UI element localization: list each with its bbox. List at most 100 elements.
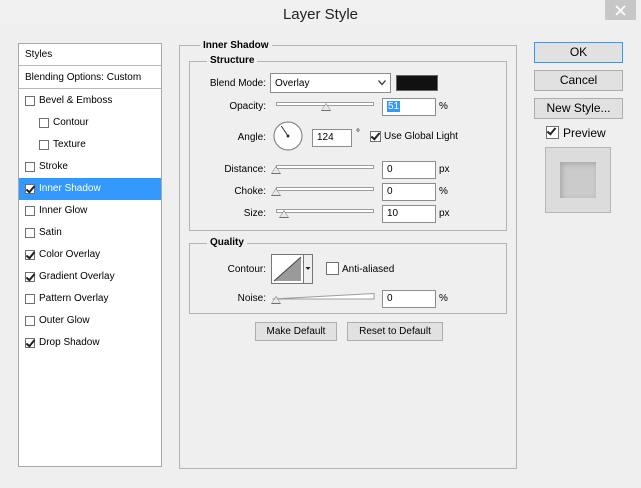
style-item-inner-shadow[interactable]: Inner Shadow	[19, 178, 161, 200]
distance-slider-thumb[interactable]	[271, 166, 281, 174]
styles-header-label: Styles	[25, 49, 53, 60]
style-item-pattern-overlay[interactable]: Pattern Overlay	[19, 288, 161, 310]
size-slider-track[interactable]	[276, 209, 374, 213]
style-item-label: Inner Shadow	[39, 183, 101, 194]
contour-picker[interactable]	[271, 254, 313, 284]
make-default-button[interactable]: Make Default	[255, 322, 337, 341]
size-slider-thumb[interactable]	[278, 210, 289, 218]
cancel-button[interactable]: Cancel	[534, 70, 623, 91]
angle-label: Angle:	[237, 132, 266, 143]
styles-list: Styles Blending Options: Custom Bevel & …	[18, 43, 162, 467]
preview-swatch	[560, 162, 596, 198]
angle-value: 124	[317, 132, 334, 143]
style-item-contour[interactable]: Contour	[19, 112, 161, 134]
distance-unit: px	[439, 164, 450, 175]
style-item-checkbox[interactable]	[25, 338, 35, 348]
style-item-inner-glow[interactable]: Inner Glow	[19, 200, 161, 222]
anti-aliased-checkbox[interactable]	[326, 262, 339, 275]
style-item-checkbox[interactable]	[25, 228, 35, 238]
style-item-label: Stroke	[39, 161, 68, 172]
style-item-label: Texture	[53, 139, 86, 150]
style-item-stroke[interactable]: Stroke	[19, 156, 161, 178]
opacity-unit: %	[439, 101, 448, 112]
close-button[interactable]	[605, 0, 636, 20]
style-item-texture[interactable]: Texture	[19, 134, 161, 156]
chevron-down-icon	[378, 80, 386, 86]
style-item-checkbox[interactable]	[25, 294, 35, 304]
style-item-checkbox[interactable]	[25, 206, 35, 216]
style-item-bevel-emboss[interactable]: Bevel & Emboss	[19, 90, 161, 112]
style-item-checkbox[interactable]	[25, 96, 35, 106]
noise-label: Noise:	[237, 293, 266, 304]
choke-slider-thumb[interactable]	[271, 188, 281, 196]
style-item-outer-glow[interactable]: Outer Glow	[19, 310, 161, 332]
distance-slider-track[interactable]	[276, 165, 374, 169]
distance-input[interactable]: 0	[382, 161, 436, 179]
style-item-checkbox[interactable]	[39, 140, 49, 150]
style-item-checkbox[interactable]	[25, 316, 35, 326]
new-style-button[interactable]: New Style...	[534, 98, 623, 119]
choke-value: 0	[387, 186, 393, 197]
style-item-label: Pattern Overlay	[39, 293, 109, 304]
close-icon	[615, 5, 626, 16]
anti-aliased-label: Anti-aliased	[342, 264, 395, 275]
use-global-light-checkbox[interactable]	[370, 131, 381, 142]
window-title: Layer Style	[282, 6, 359, 23]
preview-checkbox[interactable]	[546, 126, 559, 139]
choke-unit: %	[439, 186, 448, 197]
style-item-satin[interactable]: Satin	[19, 222, 161, 244]
opacity-input[interactable]: 51	[382, 98, 436, 116]
size-input[interactable]: 10	[382, 205, 436, 223]
preview-label: Preview	[563, 126, 606, 140]
style-item-label: Outer Glow	[39, 315, 90, 326]
opacity-label: Opacity:	[229, 101, 266, 112]
style-item-label: Satin	[39, 227, 62, 238]
style-item-label: Color Overlay	[39, 249, 101, 260]
styles-header[interactable]: Styles	[19, 44, 161, 66]
blend-mode-select[interactable]: Overlay	[270, 73, 391, 93]
size-value: 10	[387, 208, 399, 219]
noise-value: 0	[387, 293, 393, 304]
angle-input[interactable]: 124	[312, 129, 352, 147]
angle-unit: °	[356, 128, 360, 139]
choke-input[interactable]: 0	[382, 183, 436, 201]
size-label: Size:	[243, 208, 266, 219]
distance-value: 0	[387, 164, 393, 175]
distance-label: Distance:	[224, 164, 266, 175]
inner-shadow-title: Inner Shadow	[200, 40, 272, 51]
noise-slider-track[interactable]	[272, 293, 376, 305]
choke-slider-track[interactable]	[276, 187, 374, 191]
style-item-checkbox[interactable]	[25, 162, 35, 172]
style-item-drop-shadow[interactable]: Drop Shadow	[19, 332, 161, 354]
opacity-value: 51	[387, 101, 401, 112]
style-item-checkbox[interactable]	[25, 272, 35, 282]
reset-to-default-button[interactable]: Reset to Default	[347, 322, 443, 341]
style-item-checkbox[interactable]	[39, 118, 49, 128]
style-item-label: Contour	[53, 117, 89, 128]
style-item-checkbox[interactable]	[25, 250, 35, 260]
blend-mode-label: Blend Mode:	[209, 78, 266, 89]
blending-options-label: Blending Options: Custom	[25, 72, 142, 83]
use-global-light-label: Use Global Light	[384, 131, 458, 142]
noise-unit: %	[439, 293, 448, 304]
style-item-label: Bevel & Emboss	[39, 95, 113, 106]
shadow-color-swatch[interactable]	[396, 75, 438, 91]
noise-input[interactable]: 0	[382, 290, 436, 308]
angle-dial[interactable]	[272, 120, 304, 152]
quality-title: Quality	[207, 237, 247, 248]
style-item-label: Gradient Overlay	[39, 271, 115, 282]
preview-thumbnail	[545, 147, 611, 213]
style-item-checkbox[interactable]	[25, 184, 35, 194]
blending-options-item[interactable]: Blending Options: Custom	[19, 67, 161, 89]
contour-label: Contour:	[227, 264, 266, 275]
blend-mode-value: Overlay	[275, 78, 310, 89]
size-unit: px	[439, 208, 450, 219]
ok-button[interactable]: OK	[534, 42, 623, 63]
style-item-label: Inner Glow	[39, 205, 88, 216]
style-item-label: Drop Shadow	[39, 337, 100, 348]
structure-title: Structure	[207, 55, 258, 66]
style-item-gradient-overlay[interactable]: Gradient Overlay	[19, 266, 161, 288]
opacity-slider-thumb[interactable]	[320, 103, 331, 111]
style-item-color-overlay[interactable]: Color Overlay	[19, 244, 161, 266]
noise-slider-thumb[interactable]	[271, 296, 281, 304]
